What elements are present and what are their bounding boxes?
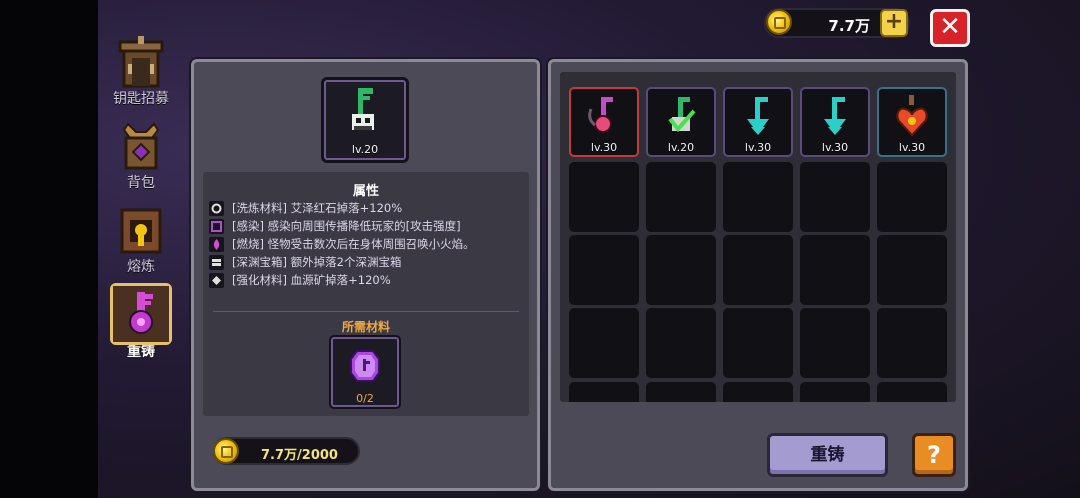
chest-gate-icon xyxy=(112,34,170,92)
attribute-text: [深渊宝箱] 额外掉落2个深渊宝箱 xyxy=(232,255,402,269)
item-level: lv.30 xyxy=(744,141,772,154)
gear-icon xyxy=(209,200,224,216)
attribute-text: [洗炼材料] 艾泽红石掉落+120% xyxy=(232,201,403,215)
attribute-line: [燃烧] 怪物受击数次后在身体周围召唤小火焰。 xyxy=(209,236,475,252)
backpack-icon xyxy=(112,118,170,176)
item-level: lv.30 xyxy=(821,141,849,154)
chest-icon xyxy=(209,254,224,270)
inventory-grid: lv.30 lv.20 lv.30 lv.30 lv.30 xyxy=(560,72,956,402)
attribute-line: [强化材料] 血源矿掉落+120% xyxy=(209,272,391,288)
material-slot[interactable]: 0/2 xyxy=(329,335,401,409)
attribute-text: [燃烧] 怪物受击数次后在身体周围召唤小火焰。 xyxy=(232,237,475,251)
nav-key-recruit[interactable]: 钥匙招募 xyxy=(104,34,178,108)
pink-key-icon xyxy=(588,97,613,133)
infection-icon xyxy=(209,218,224,234)
inventory-slot-empty[interactable] xyxy=(569,382,639,402)
materials-title: 所需材料 xyxy=(341,320,390,334)
inventory-slot-empty[interactable] xyxy=(569,235,639,305)
flame-icon xyxy=(209,236,224,252)
item-level: lv.20 xyxy=(351,143,379,156)
item-level: lv.30 xyxy=(590,141,618,154)
inventory-slot-empty[interactable] xyxy=(723,382,793,402)
inventory-slot-empty[interactable] xyxy=(877,235,947,305)
purple-gem-icon xyxy=(350,350,380,382)
screen-edge xyxy=(0,0,98,498)
inventory-slot-empty[interactable] xyxy=(877,382,947,402)
item-level: lv.20 xyxy=(667,141,695,154)
reforge-key-icon xyxy=(110,283,172,345)
attribute-line: [感染] 感染向周围传播降低玩家的[攻击强度] xyxy=(209,218,461,234)
divider xyxy=(213,311,519,312)
attributes-box: 属性 [洗炼材料] 艾泽红石掉落+120% [感染] 感染向周围传播降低玩家的[… xyxy=(203,172,529,416)
selected-item-slot[interactable]: lv.20 xyxy=(321,77,409,163)
attribute-line: [洗炼材料] 艾泽红石掉落+120% xyxy=(209,200,402,216)
attribute-text: [感染] 感染向周围传播降低玩家的[攻击强度] xyxy=(232,219,461,233)
inventory-slot[interactable]: lv.30 xyxy=(800,87,870,157)
cost-bar: 7.7万/2000 xyxy=(213,437,360,465)
inventory-slot-empty[interactable] xyxy=(723,308,793,378)
nav-reforge[interactable]: 重铸 xyxy=(104,283,178,361)
inventory-slot-empty[interactable] xyxy=(877,162,947,232)
inventory-slot-empty[interactable] xyxy=(877,308,947,378)
material-count: 0/2 xyxy=(356,392,374,405)
currency-bar: 7.7万 + xyxy=(764,8,910,38)
add-currency-button[interactable]: + xyxy=(880,9,908,37)
attribute-line: [深渊宝箱] 额外掉落2个深渊宝箱 xyxy=(209,254,401,270)
item-level: lv.30 xyxy=(898,141,926,154)
inventory-slot-empty[interactable] xyxy=(646,382,716,402)
coin-icon xyxy=(213,438,239,464)
inventory-slot[interactable]: lv.30 xyxy=(723,87,793,157)
reforge-button[interactable]: 重铸 xyxy=(767,433,888,477)
coin-icon xyxy=(766,9,792,35)
attributes-title: 属性 xyxy=(352,184,379,199)
inventory-slot-empty[interactable] xyxy=(800,162,870,232)
inventory-slot-empty[interactable] xyxy=(800,235,870,305)
inventory-slot-empty[interactable] xyxy=(569,308,639,378)
help-button[interactable]: ? xyxy=(912,433,956,477)
inventory-slot-empty[interactable] xyxy=(646,162,716,232)
fire-heart-key-icon xyxy=(896,95,928,137)
diamond-icon xyxy=(209,272,224,288)
inventory-slot[interactable]: lv.30 xyxy=(569,87,639,157)
close-button[interactable]: ✕ xyxy=(930,9,970,47)
inventory-slot[interactable]: lv.20 xyxy=(646,87,716,157)
inventory-slot-empty[interactable] xyxy=(646,308,716,378)
inventory-slot-empty[interactable] xyxy=(723,235,793,305)
attribute-text: [强化材料] 血源矿掉落+120% xyxy=(232,273,391,287)
furnace-icon xyxy=(112,202,170,260)
nav-smelt[interactable]: 熔炼 xyxy=(104,202,178,276)
inventory-slot-empty[interactable] xyxy=(723,162,793,232)
cyan-key-icon xyxy=(824,97,846,135)
inventory-slot-empty[interactable] xyxy=(646,235,716,305)
inventory-slot-empty[interactable] xyxy=(800,308,870,378)
green-skull-key-icon xyxy=(352,88,374,130)
inventory-slot[interactable]: lv.30 xyxy=(877,87,947,157)
cyan-key-icon xyxy=(747,97,769,135)
currency-amount: 7.7万 xyxy=(828,17,870,35)
inventory-slot-empty[interactable] xyxy=(800,382,870,402)
green-skull-key-icon xyxy=(668,97,696,133)
nav-backpack[interactable]: 背包 xyxy=(104,118,178,192)
cost-text: 7.7万/2000 xyxy=(261,448,338,463)
inventory-slot-empty[interactable] xyxy=(569,162,639,232)
